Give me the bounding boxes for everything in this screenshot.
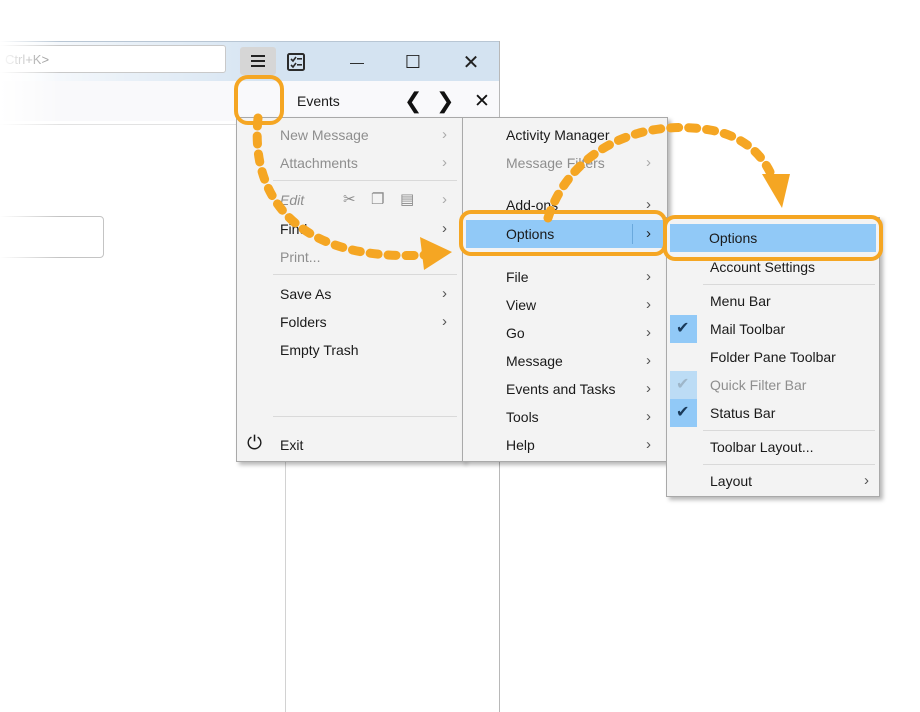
menu-item-new-message[interactable]: New Message ›: [237, 121, 463, 149]
menu-item-message-filters[interactable]: Message Filters ›: [463, 149, 667, 177]
maximize-button[interactable]: ☐: [390, 42, 436, 82]
callout-ring-options: [459, 210, 667, 256]
chevron-right-icon: ›: [646, 408, 651, 425]
partial-text-field[interactable]: [0, 216, 104, 258]
minimize-icon: —: [350, 54, 364, 70]
menu-separator: [273, 180, 457, 181]
cut-icon[interactable]: ✂: [343, 186, 356, 214]
tasks-icon[interactable]: [284, 50, 308, 74]
menu-item-quick-filter-bar[interactable]: ✔ Quick Filter Bar: [667, 371, 879, 399]
menu-item-edit[interactable]: Edit ✂ ❐ ▤ ›: [237, 186, 463, 214]
menu-item-folder-pane-toolbar[interactable]: Folder Pane Toolbar: [667, 343, 879, 371]
previous-arrow-icon[interactable]: ❮: [404, 88, 422, 114]
menu-item-print[interactable]: Print...: [237, 243, 463, 271]
chevron-right-icon: ›: [646, 296, 651, 313]
menu-item-message[interactable]: Message ›: [463, 347, 667, 375]
search-placeholder: Ctrl+K>: [5, 52, 50, 67]
menu-item-status-bar[interactable]: ✔ Status Bar: [667, 399, 879, 427]
menu-item-mail-toolbar[interactable]: ✔ Mail Toolbar: [667, 315, 879, 343]
paste-icon[interactable]: ▤: [400, 186, 414, 214]
chevron-right-icon: ›: [442, 285, 447, 302]
menu-item-tools[interactable]: Tools ›: [463, 403, 667, 431]
search-input[interactable]: Ctrl+K>: [0, 45, 226, 73]
menu-item-save-as[interactable]: Save As ›: [237, 280, 463, 308]
menu-item-attachments[interactable]: Attachments ›: [237, 149, 463, 177]
chevron-right-icon: ›: [864, 472, 869, 489]
chevron-right-icon: ›: [442, 154, 447, 171]
callout-arrowhead-preferences: [762, 174, 790, 208]
menu-separator: [273, 416, 457, 417]
checkmark-icon: ✔: [676, 320, 690, 337]
chevron-right-icon: ›: [646, 352, 651, 369]
menu-item-folders[interactable]: Folders ›: [237, 308, 463, 336]
chevron-right-icon: ›: [442, 126, 447, 143]
menu-item-menu-bar[interactable]: Menu Bar: [667, 287, 879, 315]
chevron-right-icon: ›: [646, 154, 651, 171]
hamburger-menu-icon: [251, 55, 265, 67]
menu-item-exit[interactable]: ⏻ Exit: [237, 431, 463, 459]
menu-item-find[interactable]: Find ›: [237, 215, 463, 243]
chevron-right-icon: ›: [646, 324, 651, 341]
close-window-button[interactable]: ✕: [448, 42, 494, 82]
minimize-button[interactable]: —: [334, 42, 380, 82]
menu-item-empty-trash[interactable]: Empty Trash: [237, 336, 463, 364]
checkmark-icon: ✔: [676, 404, 690, 421]
menu-separator: [273, 274, 457, 275]
menu-item-file[interactable]: File ›: [463, 263, 667, 291]
menu-item-toolbar-layout[interactable]: Toolbar Layout...: [667, 433, 879, 461]
app-main-menu: New Message › Attachments › Edit ✂ ❐ ▤ ›…: [236, 117, 464, 462]
chevron-right-icon: ›: [442, 191, 447, 208]
menu-item-layout[interactable]: Layout ›: [667, 467, 879, 495]
next-arrow-icon[interactable]: ❯: [436, 88, 454, 114]
chevron-right-icon: ›: [646, 380, 651, 397]
chevron-right-icon: ›: [442, 313, 447, 330]
chevron-right-icon: ›: [646, 268, 651, 285]
menu-item-view[interactable]: View ›: [463, 291, 667, 319]
menu-separator: [703, 284, 875, 285]
maximize-icon: ☐: [404, 51, 422, 72]
menu-separator: [703, 464, 875, 465]
close-icon: ✕: [462, 51, 480, 74]
checkmark-icon: ✔: [676, 376, 690, 393]
power-icon: ⏻: [247, 433, 263, 454]
chevron-right-icon: ›: [646, 436, 651, 453]
close-events-icon[interactable]: ✕: [474, 90, 490, 113]
menu-item-help[interactable]: Help ›: [463, 431, 667, 459]
tools-submenu: Activity Manager Message Filters › Add-o…: [462, 117, 668, 462]
menu-separator: [703, 430, 875, 431]
callout-ring-menu-button: [234, 75, 284, 125]
app-menu-button[interactable]: [240, 47, 276, 75]
copy-icon[interactable]: ❐: [371, 186, 384, 214]
menu-item-activity-manager[interactable]: Activity Manager: [463, 121, 667, 149]
menu-item-go[interactable]: Go ›: [463, 319, 667, 347]
chevron-right-icon: ›: [442, 220, 447, 237]
menu-item-events-and-tasks[interactable]: Events and Tasks ›: [463, 375, 667, 403]
callout-ring-options-preferences: [663, 215, 883, 261]
events-pane-title: Events: [297, 93, 340, 109]
